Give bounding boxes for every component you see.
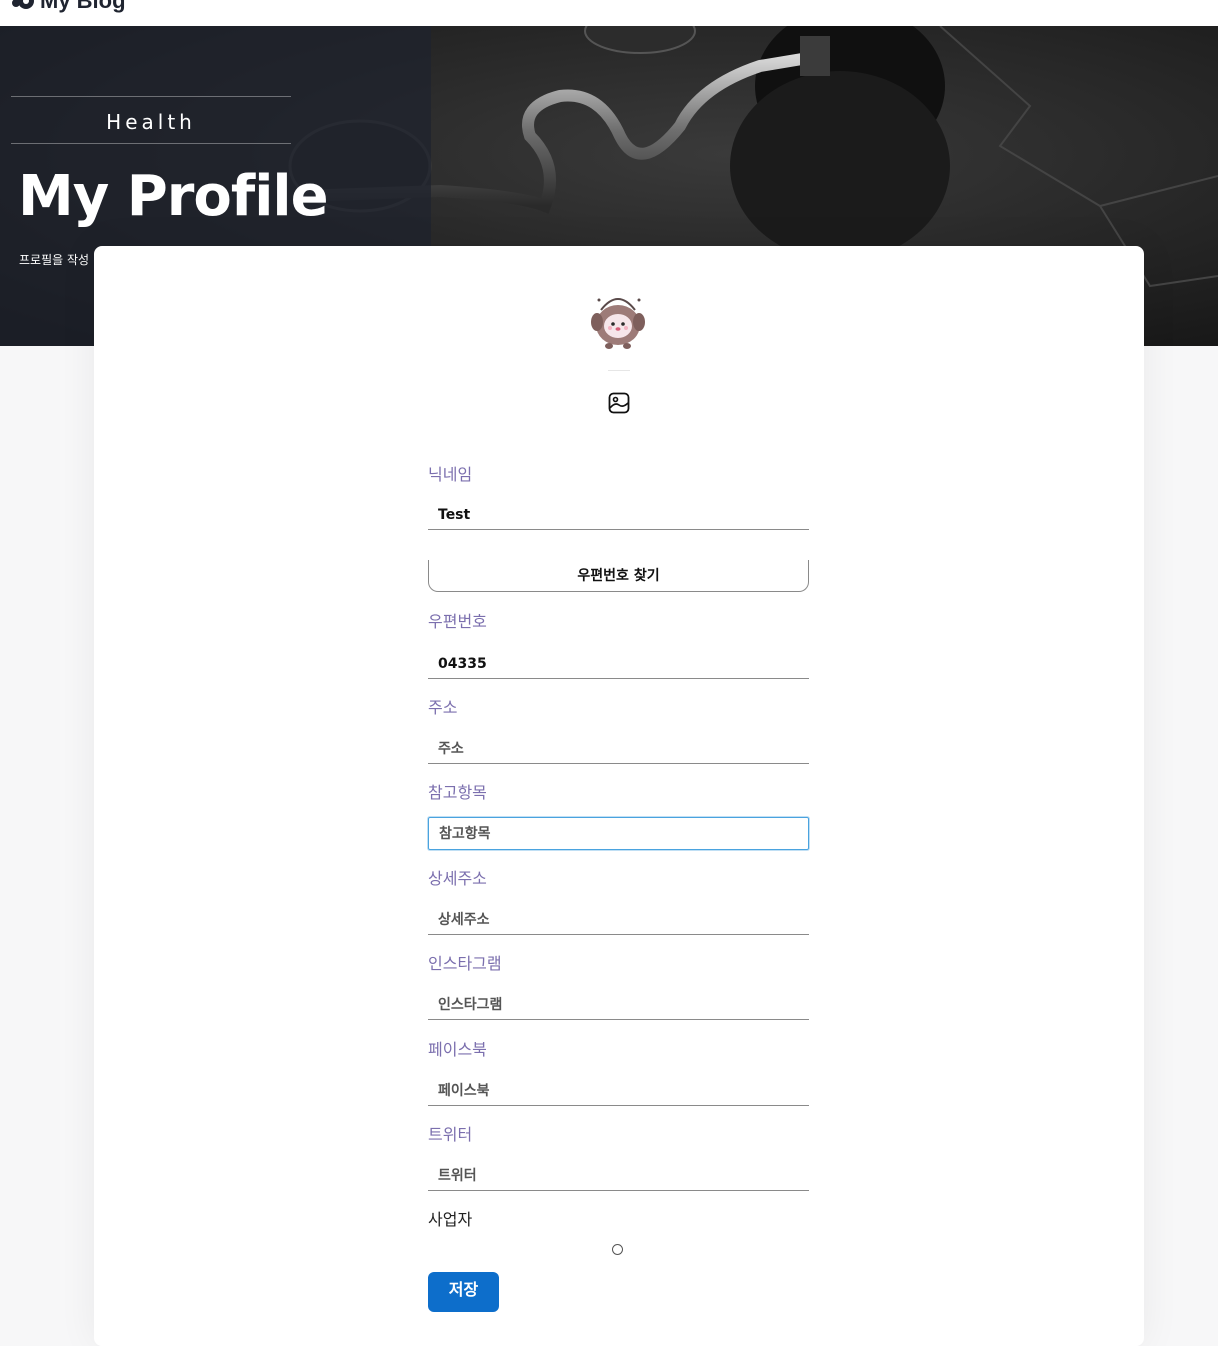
logo-mark-icon xyxy=(12,0,34,9)
twitter-label: 트위터 xyxy=(428,1125,473,1144)
find-postcode-button[interactable]: 우편번호 찾기 xyxy=(428,560,809,592)
instagram-input[interactable] xyxy=(428,990,809,1020)
avatar xyxy=(585,290,651,356)
address-input[interactable] xyxy=(428,734,809,764)
postcode-label: 우편번호 xyxy=(428,612,487,631)
hero-category: Health xyxy=(106,110,196,134)
facebook-input[interactable] xyxy=(428,1076,809,1106)
reference-label: 참고항목 xyxy=(428,783,487,802)
nickname-label: 닉네임 xyxy=(428,465,473,484)
nickname-input[interactable] xyxy=(428,500,809,530)
avatar-divider xyxy=(608,370,630,371)
business-label: 사업자 xyxy=(428,1210,473,1229)
detail-address-label: 상세주소 xyxy=(428,869,487,888)
address-label: 주소 xyxy=(428,698,458,717)
save-button[interactable]: 저장 xyxy=(428,1272,499,1312)
page-title: My Profile xyxy=(18,164,329,229)
brand-logo[interactable]: My Blog xyxy=(10,0,126,14)
reference-input[interactable] xyxy=(428,817,809,850)
twitter-input[interactable] xyxy=(428,1161,809,1191)
facebook-label: 페이스북 xyxy=(428,1040,487,1059)
brand-name: My Blog xyxy=(40,0,126,13)
page-subtitle: 프로필을 작성 xyxy=(19,253,90,267)
image-icon xyxy=(608,392,630,414)
hero-divider-bottom xyxy=(11,143,291,144)
change-image-button[interactable] xyxy=(606,390,632,416)
business-radio[interactable] xyxy=(612,1244,623,1255)
top-nav: My Blog xyxy=(0,0,1218,26)
hero-divider-top xyxy=(11,96,291,97)
detail-address-input[interactable] xyxy=(428,905,809,935)
instagram-label: 인스타그램 xyxy=(428,954,502,973)
postcode-input[interactable] xyxy=(428,649,809,679)
